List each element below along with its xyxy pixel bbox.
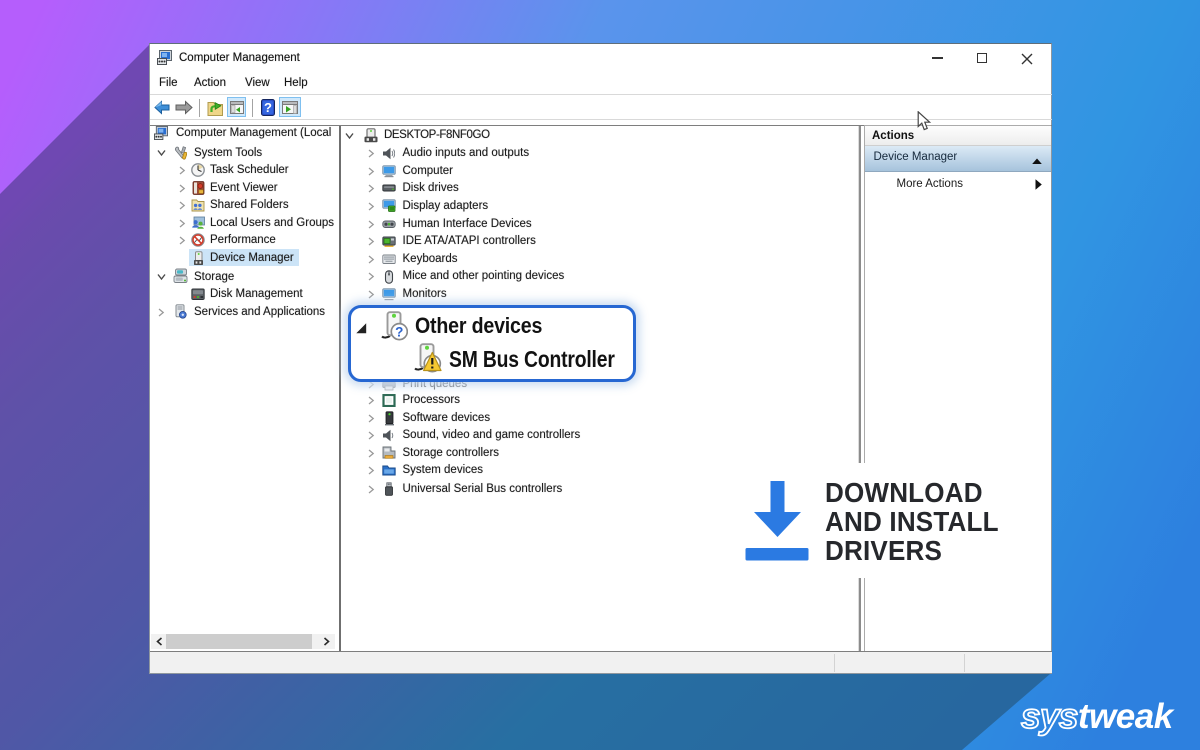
svg-text:?: ? [395, 324, 403, 339]
svg-text:?: ? [264, 100, 272, 115]
